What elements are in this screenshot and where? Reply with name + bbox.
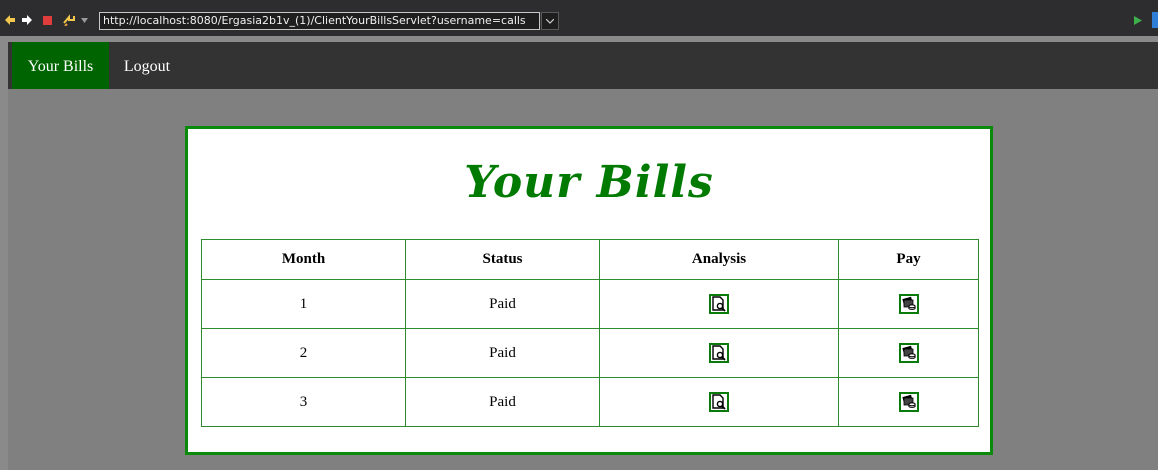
- table-row: 1 Paid: [201, 279, 979, 329]
- cell-analysis: [599, 377, 839, 427]
- dropdown-chevron-icon[interactable]: [80, 13, 88, 27]
- bills-table: Month Status Analysis Pay 1 Paid 2 Paid …: [201, 239, 979, 427]
- cell-pay: [838, 279, 979, 329]
- nav-logout[interactable]: Logout: [112, 42, 182, 89]
- header-analysis: Analysis: [599, 239, 839, 280]
- back-arrow-icon[interactable]: [4, 13, 16, 27]
- header-month: Month: [201, 239, 406, 280]
- scroll-edge-indicator: [1152, 12, 1158, 28]
- address-bar[interactable]: http://localhost:8080/Ergasia2b1v_(1)/Cl…: [99, 12, 540, 30]
- address-dropdown-button[interactable]: [541, 12, 559, 30]
- stop-icon[interactable]: [42, 13, 52, 27]
- table-row: 3 Paid: [201, 377, 979, 427]
- table-header-row: Month Status Analysis Pay: [201, 239, 979, 280]
- page-body: Your Bills Logout Your Bills Month Statu…: [8, 42, 1158, 470]
- browser-toolbar: http://localhost:8080/Ergasia2b1v_(1)/Cl…: [0, 0, 1158, 36]
- cell-month: 3: [201, 377, 406, 427]
- cell-status: Paid: [405, 377, 600, 427]
- cell-pay: [838, 377, 979, 427]
- header-status: Status: [405, 239, 600, 280]
- table-row: 2 Paid: [201, 328, 979, 378]
- refresh-icon[interactable]: [62, 13, 76, 27]
- cell-status: Paid: [405, 279, 600, 329]
- cell-month: 2: [201, 328, 406, 378]
- chevron-down-icon: [546, 18, 554, 24]
- page-title: Your Bills: [464, 157, 714, 208]
- forward-arrow-icon[interactable]: [21, 13, 33, 27]
- pay-card-coins-icon[interactable]: [898, 294, 919, 314]
- bills-card: Your Bills Month Status Analysis Pay 1 P…: [185, 126, 993, 455]
- cell-analysis: [599, 279, 839, 329]
- analysis-document-search-icon[interactable]: [709, 294, 729, 314]
- cell-pay: [838, 328, 979, 378]
- header-pay: Pay: [838, 239, 979, 280]
- pay-card-coins-icon[interactable]: [898, 343, 919, 363]
- page-viewport: Your Bills Logout Your Bills Month Statu…: [0, 36, 1158, 470]
- cell-status: Paid: [405, 328, 600, 378]
- cell-month: 1: [201, 279, 406, 329]
- analysis-document-search-icon[interactable]: [709, 392, 729, 412]
- cell-analysis: [599, 328, 839, 378]
- analysis-document-search-icon[interactable]: [709, 343, 729, 363]
- pay-card-coins-icon[interactable]: [898, 392, 919, 412]
- site-nav: Your Bills Logout: [8, 42, 1158, 89]
- nav-your-bills[interactable]: Your Bills: [12, 42, 109, 89]
- go-play-icon[interactable]: [1133, 13, 1143, 27]
